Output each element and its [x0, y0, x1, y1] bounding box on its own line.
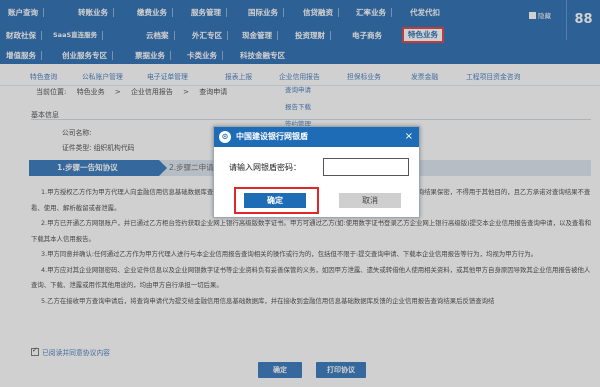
ccb-logo-icon: ⊙ [219, 131, 231, 143]
password-label: 请输入网银盾密码： [229, 163, 301, 172]
ok-button-highlight: 确定 [234, 187, 319, 214]
ok-button[interactable]: 确定 [244, 193, 306, 208]
dialog-title: 中国建设银行网银盾 [236, 132, 308, 141]
password-input[interactable] [323, 158, 409, 176]
close-icon[interactable]: × [405, 127, 413, 147]
cancel-button[interactable]: 取消 [339, 193, 401, 208]
dialog-header: ⊙ 中国建设银行网银盾 × [214, 127, 419, 147]
usb-key-dialog: ⊙ 中国建设银行网银盾 × 请输入网银盾密码： 确定 取消 [213, 126, 420, 218]
